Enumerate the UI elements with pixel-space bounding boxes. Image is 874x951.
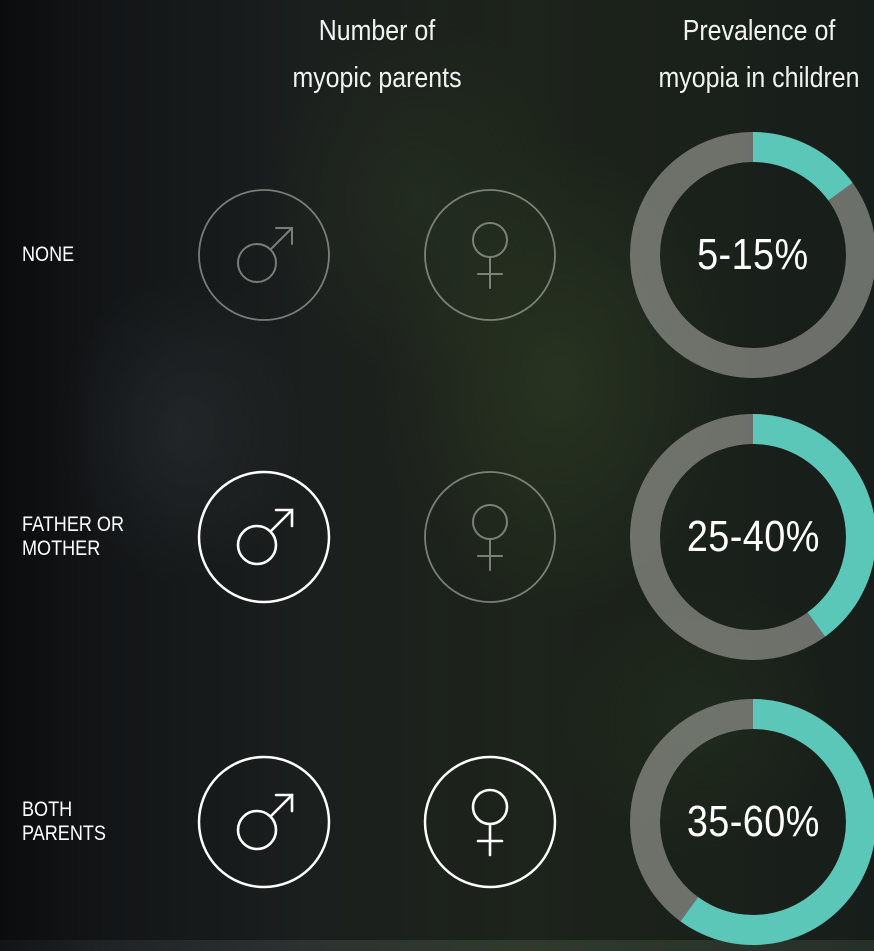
- male-symbol-icon: [197, 470, 331, 604]
- prevalence-value: 5-15%: [697, 230, 809, 279]
- row-label: NONE: [22, 243, 75, 266]
- male-symbol-icon: [198, 189, 330, 321]
- parents-column-title: Number of myopic parents: [292, 15, 462, 94]
- father-icon-row-3: [197, 755, 331, 889]
- row-label: BOTH PARENTS: [22, 798, 106, 845]
- male-symbol-icon: [197, 755, 331, 889]
- mother-icon-row-2: [423, 470, 557, 604]
- prevalence-value: 25-40%: [686, 512, 820, 561]
- mother-icon-row-3: [423, 755, 557, 889]
- female-symbol-icon: [424, 471, 556, 603]
- infographic: Number of myopic parents Prevalence of myo…: [0, 0, 874, 945]
- prevalence-donut-row-2: 25-40%: [629, 413, 874, 661]
- prevalence-donut-row-3: 35-60%: [629, 698, 874, 946]
- female-symbol-icon: [424, 189, 556, 321]
- father-icon-row-2: [197, 470, 331, 604]
- female-symbol-icon: [423, 755, 557, 889]
- prevalence-value: 35-60%: [686, 797, 820, 846]
- father-icon-row-1: [197, 188, 331, 322]
- prevalence-column-title: Prevalence of myopia in children: [658, 15, 860, 94]
- row-label: FATHER OR MOTHER: [22, 513, 125, 560]
- mother-icon-row-1: [423, 188, 557, 322]
- prevalence-donut-row-1: 5-15%: [629, 131, 874, 379]
